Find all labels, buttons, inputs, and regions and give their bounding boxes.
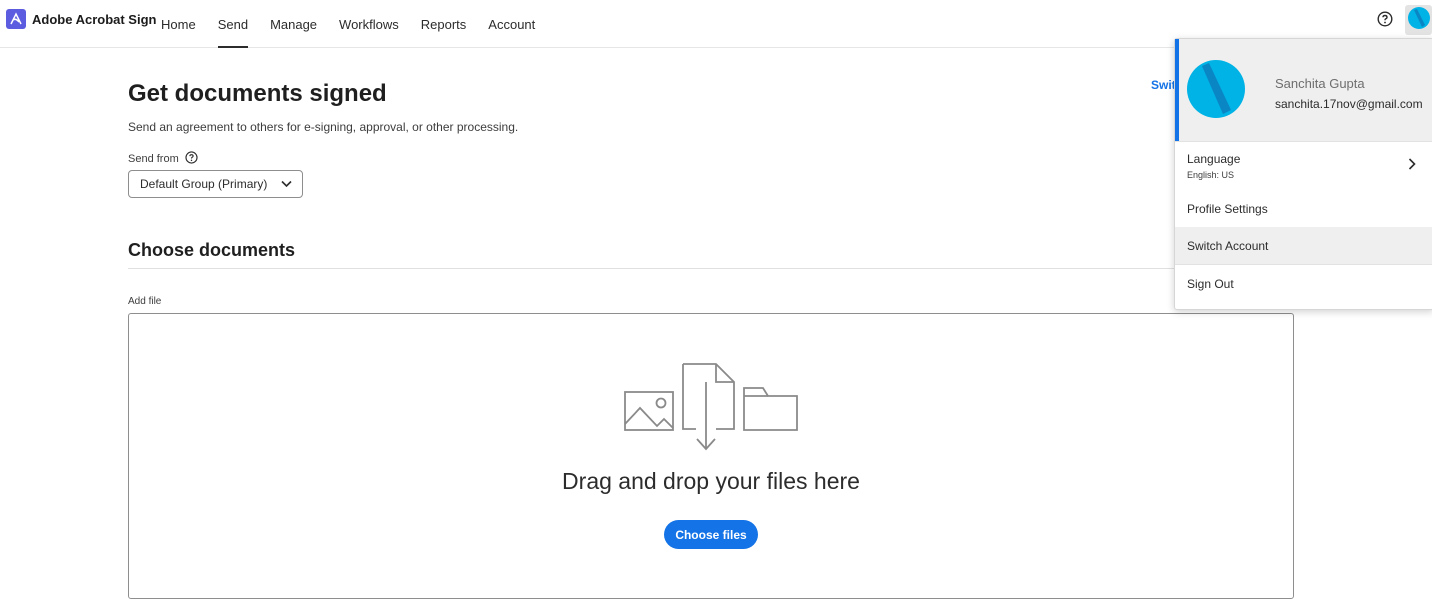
send-from-label: Send from [128,153,179,165]
choose-files-button[interactable]: Choose files [664,520,758,549]
drop-text: Drag and drop your files here [562,468,860,494]
divider [128,268,1293,269]
brand[interactable]: Adobe Acrobat Sign [6,9,156,29]
file-dropzone[interactable]: Drag and drop your files here Choose fil… [128,313,1294,599]
switch-link[interactable]: Swit [1151,78,1176,92]
acrobat-logo-icon [6,9,26,29]
image-icon [624,391,674,431]
menu-item-sign-out[interactable]: Sign Out [1175,266,1432,302]
nav-item-reports[interactable]: Reports [410,0,478,48]
avatar-button[interactable] [1405,5,1432,35]
menu-item-profile-settings[interactable]: Profile Settings [1175,191,1432,227]
brand-name: Adobe Acrobat Sign [32,11,157,27]
help-icon[interactable] [1377,11,1393,27]
add-file-label: Add file [128,296,162,307]
nav-item-home[interactable]: Home [150,0,207,48]
nav-item-account[interactable]: Account [477,0,546,48]
language-label: Language [1187,152,1241,166]
send-from-value: Default Group (Primary) [140,177,268,191]
avatar [1187,60,1245,118]
page-subtitle: Send an agreement to others for e-signin… [128,120,519,134]
chevron-down-icon [281,177,292,191]
chevron-right-icon [1407,157,1417,171]
menu-divider [1175,141,1432,142]
profile-email: sanchita.17nov@gmail.com [1275,97,1423,111]
section-title-choose-documents: Choose documents [128,240,296,260]
menu-item-language[interactable]: Language English: US [1175,143,1432,189]
avatar-icon [1407,6,1430,34]
language-value: English: US [1187,170,1235,180]
send-from-select[interactable]: Default Group (Primary) [128,170,303,198]
nav-item-workflows[interactable]: Workflows [328,0,410,48]
menu-divider [1175,264,1432,265]
send-from-label-row: Send from [128,151,198,167]
nav-item-manage[interactable]: Manage [259,0,328,48]
profile-card: Sanchita Gupta sanchita.17nov@gmail.com [1175,39,1432,141]
menu-item-switch-account[interactable]: Switch Account [1175,227,1432,264]
page-title: Get documents signed [128,80,387,107]
nav-item-send[interactable]: Send [207,0,259,48]
file-download-icon [682,363,735,451]
main-nav: Home Send Manage Workflows Reports Accou… [150,0,546,48]
help-icon[interactable] [185,151,198,167]
profile-name: Sanchita Gupta [1275,76,1365,91]
folder-icon [743,387,798,431]
account-menu: Sanchita Gupta sanchita.17nov@gmail.com … [1174,38,1432,310]
upload-illustration [624,363,798,451]
